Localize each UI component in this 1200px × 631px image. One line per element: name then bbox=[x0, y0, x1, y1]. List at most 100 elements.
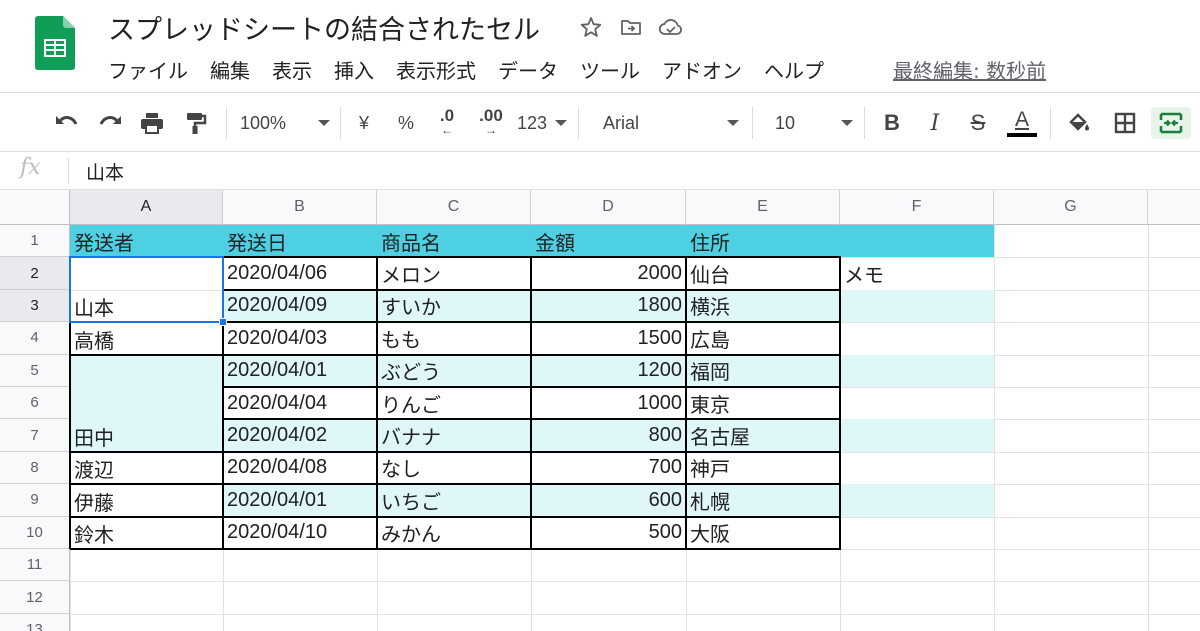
column-header-a[interactable]: A bbox=[70, 190, 223, 225]
row-header-10[interactable]: 10 bbox=[0, 516, 70, 549]
row-header-6[interactable]: 6 bbox=[0, 387, 70, 420]
item-cell[interactable]: すいか bbox=[377, 290, 531, 322]
menu-tools[interactable]: ツール bbox=[580, 55, 640, 84]
amount-cell[interactable]: 2000 bbox=[531, 257, 686, 289]
column-header-c[interactable]: C bbox=[377, 190, 531, 225]
undo-icon[interactable] bbox=[52, 107, 82, 139]
address-cell[interactable]: 名古屋 bbox=[686, 419, 840, 451]
item-cell[interactable]: いちご bbox=[377, 484, 531, 516]
row-header-7[interactable]: 7 bbox=[0, 419, 70, 452]
amount-cell[interactable]: 800 bbox=[531, 419, 686, 451]
row-header-13[interactable]: 13 bbox=[0, 613, 70, 631]
date-cell[interactable]: 2020/04/08 bbox=[223, 452, 377, 484]
italic-button[interactable]: I bbox=[921, 107, 949, 139]
header-cell-e[interactable]: 住所 bbox=[686, 225, 840, 257]
address-cell[interactable]: 大阪 bbox=[686, 517, 840, 549]
sender-cell[interactable]: 田中 bbox=[70, 354, 223, 452]
increase-decimal-button[interactable]: .00 → bbox=[474, 107, 508, 139]
row-header-5[interactable]: 5 bbox=[0, 354, 70, 387]
menu-format[interactable]: 表示形式 bbox=[396, 55, 476, 84]
address-cell[interactable]: 広島 bbox=[686, 322, 840, 354]
menu-insert[interactable]: 挿入 bbox=[334, 55, 374, 84]
decrease-decimal-button[interactable]: .0 ← bbox=[432, 107, 462, 139]
row-header-1[interactable]: 1 bbox=[0, 225, 70, 258]
item-cell[interactable]: もも bbox=[377, 322, 531, 354]
spreadsheet-grid[interactable]: A B C D E F G 1 2 3 4 5 6 7 8 9 10 11 12 13 山本 高橋 田中 渡辺 伊藤 鈴木 発送者発… bbox=[0, 190, 1200, 631]
row-header-3[interactable]: 3 bbox=[0, 289, 70, 323]
header-cell-f[interactable] bbox=[840, 225, 994, 257]
item-cell[interactable]: みかん bbox=[377, 517, 531, 549]
merge-cells-icon[interactable] bbox=[1151, 107, 1191, 139]
menu-view[interactable]: 表示 bbox=[272, 55, 312, 84]
sender-cell[interactable]: 渡辺 bbox=[70, 452, 223, 484]
amount-cell[interactable]: 700 bbox=[531, 452, 686, 484]
column-header-g[interactable]: G bbox=[994, 190, 1148, 225]
amount-cell[interactable]: 500 bbox=[531, 517, 686, 549]
date-cell[interactable]: 2020/04/04 bbox=[223, 387, 377, 419]
sheets-logo-icon[interactable] bbox=[35, 16, 75, 70]
more-formats-select[interactable]: 123 bbox=[517, 107, 567, 139]
bold-button[interactable]: B bbox=[878, 107, 906, 139]
sender-cell[interactable]: 伊藤 bbox=[70, 484, 223, 516]
item-cell[interactable]: りんご bbox=[377, 387, 531, 419]
amount-cell[interactable]: 1200 bbox=[531, 355, 686, 387]
item-cell[interactable]: メロン bbox=[377, 257, 531, 289]
cloud-saved-icon[interactable] bbox=[658, 14, 684, 40]
currency-format-button[interactable]: ¥ bbox=[352, 107, 376, 139]
date-cell[interactable]: 2020/04/01 bbox=[223, 355, 377, 387]
address-cell[interactable]: 福岡 bbox=[686, 355, 840, 387]
date-cell[interactable]: 2020/04/09 bbox=[223, 290, 377, 322]
column-header-f[interactable]: F bbox=[840, 190, 994, 225]
header-cell-c[interactable]: 商品名 bbox=[377, 225, 531, 257]
column-header-e[interactable]: E bbox=[686, 190, 840, 225]
amount-cell[interactable]: 1800 bbox=[531, 290, 686, 322]
address-cell[interactable]: 横浜 bbox=[686, 290, 840, 322]
menu-file[interactable]: ファイル bbox=[108, 55, 188, 84]
memo-cell[interactable]: メモ bbox=[840, 257, 994, 289]
date-cell[interactable]: 2020/04/02 bbox=[223, 419, 377, 451]
zoom-select[interactable]: 100% bbox=[240, 107, 330, 139]
address-cell[interactable]: 仙台 bbox=[686, 257, 840, 289]
move-folder-icon[interactable] bbox=[618, 14, 644, 40]
item-cell[interactable]: ぶどう bbox=[377, 355, 531, 387]
last-edit-link[interactable]: 最終編集: 数秒前 bbox=[893, 55, 1046, 84]
column-header-b[interactable]: B bbox=[223, 190, 377, 225]
redo-icon[interactable] bbox=[95, 107, 125, 139]
percent-format-button[interactable]: % bbox=[394, 107, 418, 139]
address-cell[interactable]: 神戸 bbox=[686, 452, 840, 484]
item-cell[interactable]: なし bbox=[377, 452, 531, 484]
font-size-select[interactable]: 10 bbox=[775, 107, 853, 139]
date-cell[interactable]: 2020/04/06 bbox=[223, 257, 377, 289]
formula-input[interactable]: 山本 bbox=[86, 158, 124, 185]
date-cell[interactable]: 2020/04/03 bbox=[223, 322, 377, 354]
star-icon[interactable] bbox=[578, 14, 604, 40]
borders-icon[interactable] bbox=[1109, 107, 1141, 139]
amount-cell[interactable]: 600 bbox=[531, 484, 686, 516]
sender-cell[interactable]: 鈴木 bbox=[70, 517, 223, 549]
document-title[interactable]: スプレッドシートの結合されたセル bbox=[108, 8, 540, 47]
row-header-12[interactable]: 12 bbox=[0, 581, 70, 614]
row-header-9[interactable]: 9 bbox=[0, 484, 70, 517]
menu-edit[interactable]: 編集 bbox=[210, 55, 250, 84]
menu-help[interactable]: ヘルプ bbox=[764, 55, 824, 84]
row-header-2[interactable]: 2 bbox=[0, 257, 70, 290]
paint-format-icon[interactable] bbox=[181, 107, 211, 139]
header-cell-b[interactable]: 発送日 bbox=[223, 225, 377, 257]
item-cell[interactable]: バナナ bbox=[377, 419, 531, 451]
row-header-8[interactable]: 8 bbox=[0, 451, 70, 485]
column-header-d[interactable]: D bbox=[531, 190, 686, 225]
strikethrough-button[interactable]: S bbox=[964, 107, 992, 139]
print-icon[interactable] bbox=[137, 107, 167, 139]
menu-data[interactable]: データ bbox=[498, 55, 558, 84]
text-color-button[interactable]: A bbox=[1006, 107, 1038, 139]
sender-cell[interactable]: 高橋 bbox=[70, 322, 223, 354]
header-cell-d[interactable]: 金額 bbox=[531, 225, 686, 257]
menu-addons[interactable]: アドオン bbox=[662, 55, 742, 84]
date-cell[interactable]: 2020/04/10 bbox=[223, 517, 377, 549]
row-header-4[interactable]: 4 bbox=[0, 322, 70, 355]
font-family-select[interactable]: Arial bbox=[603, 107, 739, 139]
amount-cell[interactable]: 1000 bbox=[531, 387, 686, 419]
select-all-corner[interactable] bbox=[0, 190, 70, 225]
fill-handle[interactable] bbox=[219, 318, 227, 327]
date-cell[interactable]: 2020/04/01 bbox=[223, 484, 377, 516]
